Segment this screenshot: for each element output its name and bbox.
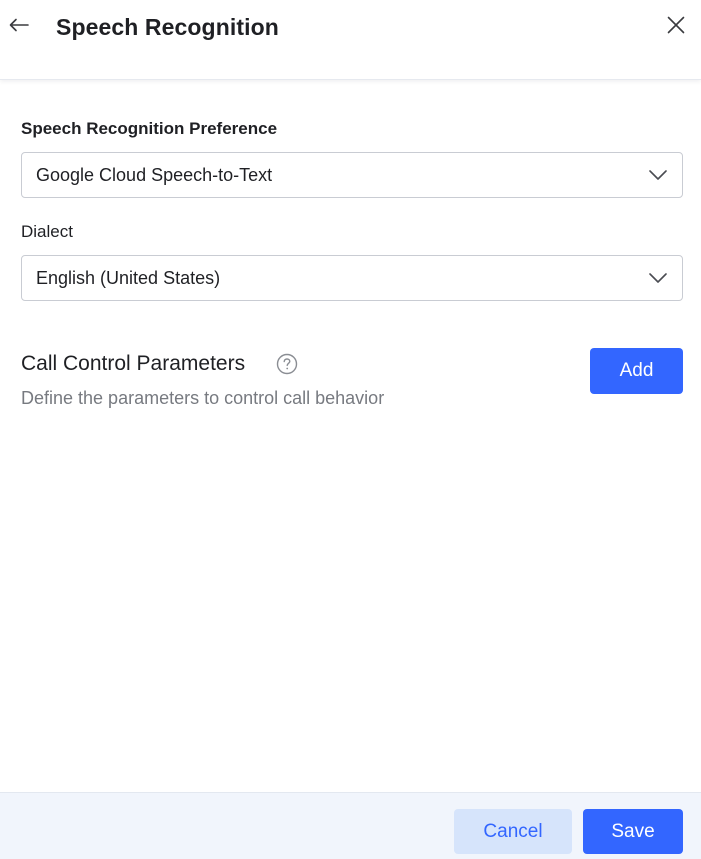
add-button[interactable]: Add [590,348,683,394]
arrow-left-icon [9,18,29,37]
close-icon [667,16,685,39]
panel-header: Speech Recognition [0,0,701,80]
close-button[interactable] [664,15,688,39]
preference-label: Speech Recognition Preference [21,119,278,138]
dialect-select[interactable]: English (United States) [21,255,683,301]
save-button[interactable]: Save [583,809,683,854]
dialect-label: Dialect [21,222,73,241]
chevron-down-icon [648,270,668,286]
call-control-title: Call Control Parameters [21,352,246,375]
back-button[interactable] [6,14,32,40]
dialect-select-value: English (United States) [36,268,221,288]
page-title: Speech Recognition [56,14,279,40]
chevron-down-icon [648,167,668,183]
cancel-button[interactable]: Cancel [454,809,572,854]
question-circle-icon[interactable] [276,353,298,375]
panel-footer: Cancel Save [0,792,701,859]
preference-select-value: Google Cloud Speech-to-Text [36,165,273,185]
call-control-description: Define the parameters to control call be… [21,388,385,408]
preference-select[interactable]: Google Cloud Speech-to-Text [21,152,683,198]
